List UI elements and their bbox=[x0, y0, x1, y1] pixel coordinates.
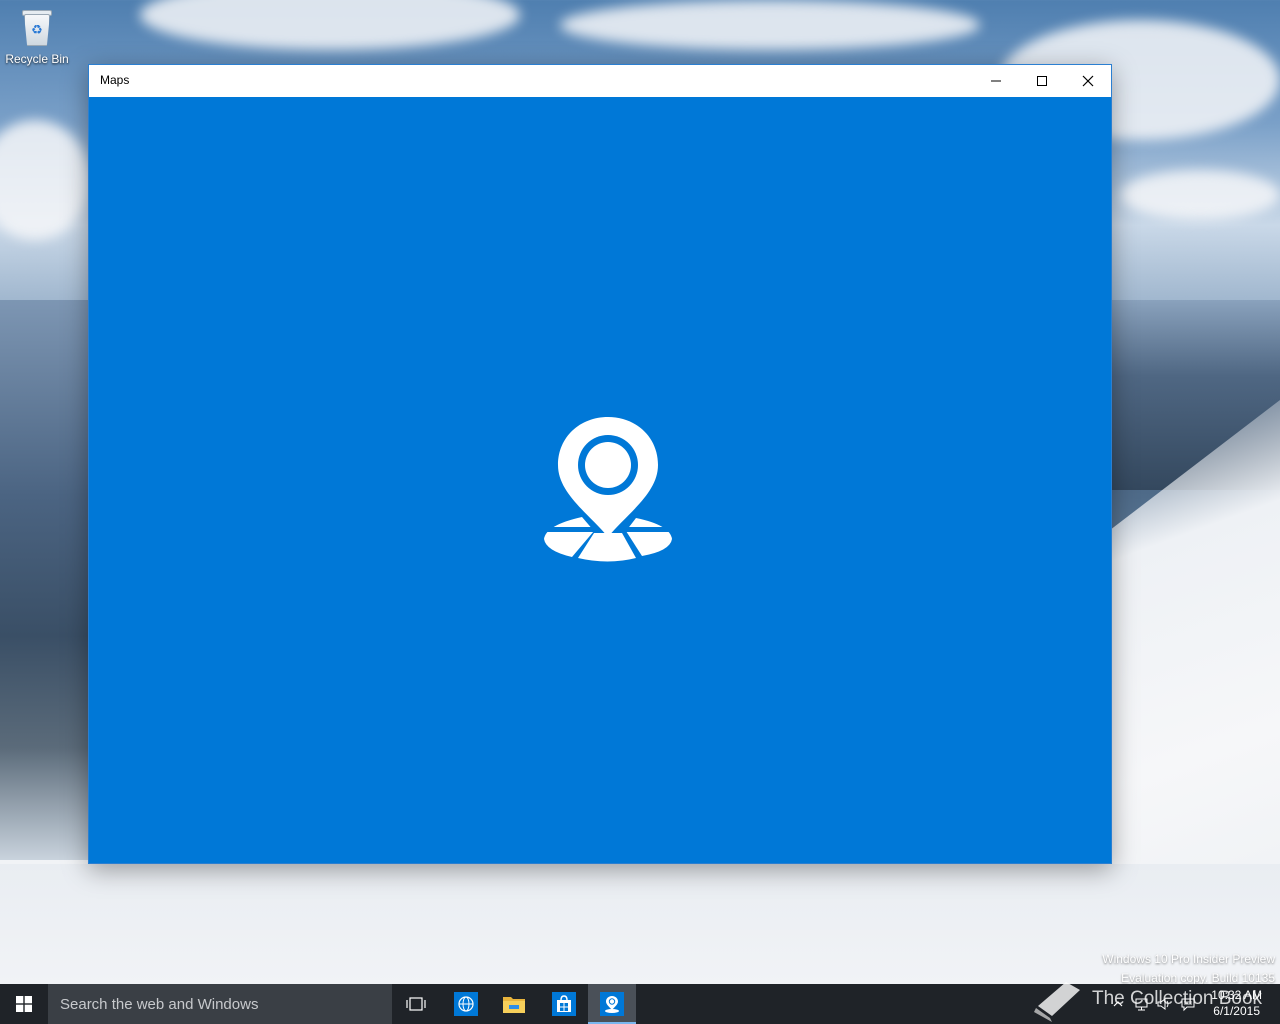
maps-pin-icon bbox=[544, 417, 672, 562]
taskbar: Search the web and Windows 10:32 AM 6/1/… bbox=[0, 984, 1280, 1024]
file-explorer-button[interactable] bbox=[490, 984, 538, 1024]
window-title: Maps bbox=[100, 73, 130, 87]
cloud bbox=[0, 120, 90, 240]
splash-screen bbox=[89, 97, 1111, 865]
watermark-logo-text: The Collection Book bbox=[1092, 988, 1263, 1009]
watermark-logo: The Collection Book bbox=[1030, 976, 1262, 1024]
minimize-icon bbox=[991, 80, 1001, 82]
store-button[interactable] bbox=[540, 984, 588, 1024]
edge-button[interactable] bbox=[442, 984, 490, 1024]
title-bar[interactable]: Maps bbox=[89, 65, 1111, 97]
search-placeholder: Search the web and Windows bbox=[60, 996, 259, 1013]
maximize-icon bbox=[1037, 76, 1047, 86]
cloud bbox=[140, 0, 520, 50]
cloud bbox=[560, 0, 980, 50]
task-view-icon bbox=[406, 997, 426, 1011]
mountain-left bbox=[0, 300, 90, 860]
task-view-button[interactable] bbox=[392, 984, 440, 1024]
maps-taskbar-button[interactable] bbox=[588, 984, 636, 1024]
desktop-icon-recycle-bin[interactable]: ♻ Recycle Bin bbox=[4, 8, 70, 66]
maps-icon bbox=[600, 992, 624, 1016]
close-button[interactable] bbox=[1065, 65, 1111, 97]
minimize-button[interactable] bbox=[973, 65, 1019, 97]
evaluation-watermark: Windows 10 Pro Insider Preview Evaluatio… bbox=[1102, 950, 1275, 988]
start-button[interactable] bbox=[0, 984, 48, 1024]
desktop-icon-label: Recycle Bin bbox=[5, 52, 69, 66]
windows-logo-icon bbox=[16, 996, 32, 1012]
book-icon bbox=[1034, 982, 1080, 1022]
cloud bbox=[1120, 170, 1280, 220]
watermark-line1: Windows 10 Pro Insider Preview bbox=[1102, 952, 1275, 966]
close-icon bbox=[1082, 75, 1094, 87]
folder-icon bbox=[503, 997, 525, 1013]
globe-icon bbox=[454, 992, 478, 1016]
maximize-button[interactable] bbox=[1019, 65, 1065, 97]
store-icon bbox=[552, 992, 576, 1016]
snow-field bbox=[0, 864, 1280, 984]
search-box[interactable]: Search the web and Windows bbox=[48, 984, 392, 1024]
maps-window[interactable]: Maps bbox=[88, 64, 1112, 864]
recycle-bin-icon: ♻ bbox=[20, 8, 54, 48]
